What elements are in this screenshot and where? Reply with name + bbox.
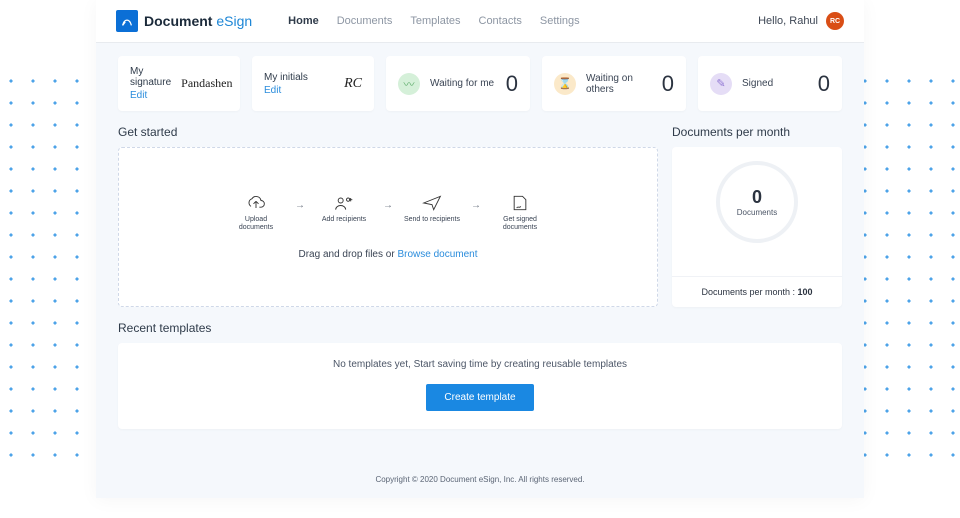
stat-waiting-others-label: Waiting on others: [586, 73, 652, 95]
brand-logo[interactable]: Document eSign: [116, 10, 252, 32]
browse-document-link[interactable]: Browse document: [397, 249, 477, 260]
stat-signed-label: Signed: [742, 78, 808, 89]
step-signed: Get signed documents: [491, 194, 549, 231]
step-upload: Upload documents: [227, 194, 285, 231]
arrow-icon: →: [471, 200, 481, 211]
create-template-button[interactable]: Create template: [426, 384, 533, 411]
my-signature-card: My signature Edit Pandashen: [118, 56, 240, 111]
docs-per-month-card: 0 Documents Documents per month : 100: [672, 147, 842, 307]
brand-name: Document eSign: [144, 13, 252, 29]
hourglass-icon: ⌛: [554, 73, 576, 95]
my-initials-edit[interactable]: Edit: [264, 85, 308, 96]
my-initials-title: My initials: [264, 72, 308, 83]
stat-waiting-me-label: Waiting for me: [430, 78, 496, 89]
dropzone-hint: Drag and drop files or Browse document: [299, 249, 478, 260]
top-nav: Home Documents Templates Contacts Settin…: [288, 15, 580, 27]
get-started-dropzone[interactable]: Upload documents → Add recipients → Send…: [118, 147, 658, 307]
wave-icon: 〰: [398, 73, 420, 95]
stat-waiting-others-value: 0: [662, 71, 674, 97]
brand-mark-icon: [116, 10, 138, 32]
my-initials-card: My initials Edit RC: [252, 56, 374, 111]
nav-contacts[interactable]: Contacts: [479, 15, 522, 27]
stat-waiting-me: 〰 Waiting for me 0: [386, 56, 530, 111]
recent-templates-empty: No templates yet, Start saving time by c…: [130, 359, 830, 370]
avatar[interactable]: RC: [826, 12, 844, 30]
footer-copyright: Copyright © 2020 Document eSign, Inc. Al…: [96, 461, 864, 498]
arrow-icon: →: [383, 200, 393, 211]
paper-plane-icon: [422, 194, 442, 212]
arrow-icon: →: [295, 200, 305, 211]
stats-row: My signature Edit Pandashen My initials …: [118, 56, 842, 111]
my-initials-preview: RC: [344, 76, 362, 92]
app-shell: Document eSign Home Documents Templates …: [96, 0, 864, 498]
recent-templates-title: Recent templates: [118, 321, 842, 335]
docs-per-month-footer: Documents per month : 100: [672, 276, 842, 307]
docs-per-month-title: Documents per month: [672, 125, 842, 139]
doc-signed-icon: [510, 194, 530, 212]
docs-ring-label: Documents: [737, 208, 777, 217]
docs-ring: 0 Documents: [716, 161, 798, 243]
cloud-upload-icon: [246, 194, 266, 212]
docs-ring-value: 0: [752, 187, 762, 208]
pen-icon: ✎: [710, 73, 732, 95]
people-plus-icon: [334, 194, 354, 212]
stat-signed-value: 0: [818, 71, 830, 97]
step-send: Send to recipients: [403, 194, 461, 224]
my-signature-preview: Pandashen: [181, 76, 232, 91]
nav-settings[interactable]: Settings: [540, 15, 580, 27]
stat-signed: ✎ Signed 0: [698, 56, 842, 111]
stat-waiting-others: ⌛ Waiting on others 0: [542, 56, 686, 111]
app-header: Document eSign Home Documents Templates …: [96, 0, 864, 42]
my-signature-edit[interactable]: Edit: [130, 90, 171, 101]
nav-home[interactable]: Home: [288, 15, 319, 27]
recent-templates-card: No templates yet, Start saving time by c…: [118, 343, 842, 429]
step-recipients: Add recipients: [315, 194, 373, 224]
greeting: Hello, Rahul: [758, 15, 818, 27]
onboarding-steps: Upload documents → Add recipients → Send…: [227, 194, 549, 231]
my-signature-title: My signature: [130, 66, 171, 88]
nav-templates[interactable]: Templates: [410, 15, 460, 27]
nav-documents[interactable]: Documents: [337, 15, 393, 27]
stat-waiting-me-value: 0: [506, 71, 518, 97]
get-started-title: Get started: [118, 125, 658, 139]
